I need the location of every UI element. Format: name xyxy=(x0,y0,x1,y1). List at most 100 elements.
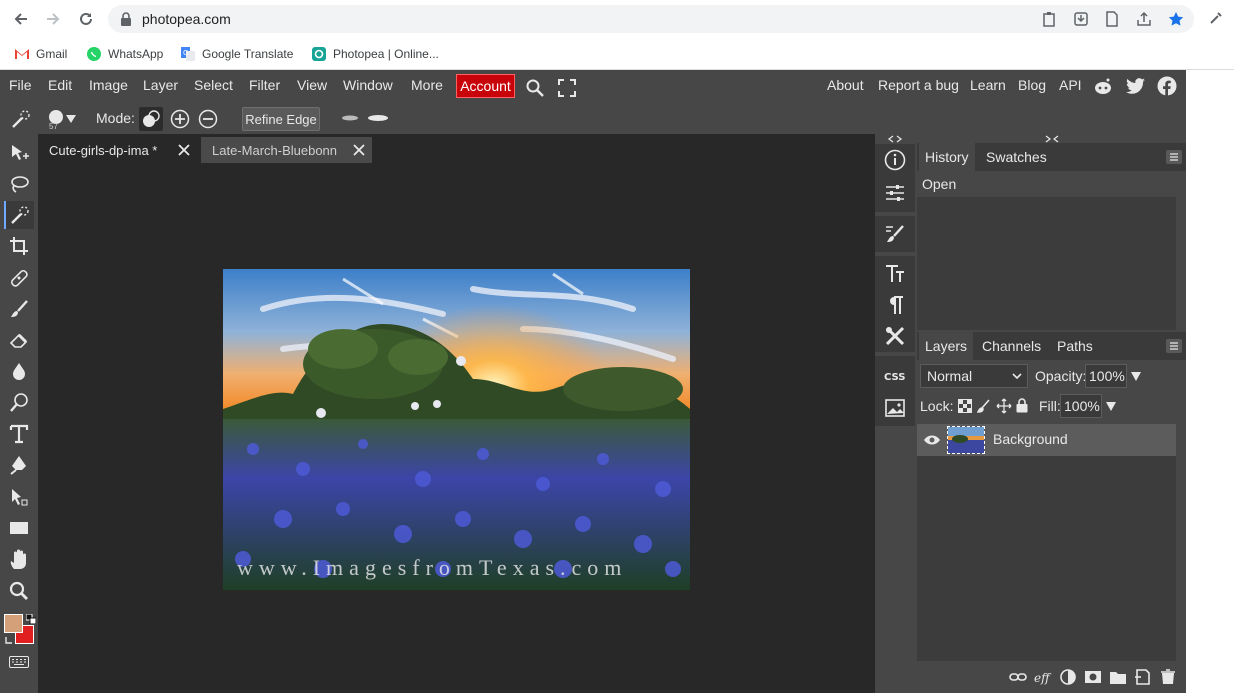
layer-mask-icon[interactable] xyxy=(1084,669,1102,685)
brush-settings-button[interactable] xyxy=(883,222,907,246)
menu-report-bug[interactable]: Report a bug xyxy=(878,77,959,93)
layers-panel-menu[interactable] xyxy=(1166,339,1182,353)
layer-row[interactable]: Background xyxy=(917,424,1176,456)
tab-document-2[interactable]: Late-March-Bluebonn xyxy=(201,137,372,163)
adjustment-layer-icon[interactable] xyxy=(1059,669,1077,685)
css-button[interactable]: CSS xyxy=(883,364,907,388)
delete-layer-icon[interactable] xyxy=(1159,669,1177,685)
menu-blog[interactable]: Blog xyxy=(1018,77,1046,93)
character-button[interactable] xyxy=(883,262,907,286)
menu-about[interactable]: About xyxy=(827,77,864,93)
menu-layer[interactable]: Layer xyxy=(143,77,178,93)
tool-crop[interactable] xyxy=(4,232,34,260)
tool-eraser[interactable] xyxy=(4,326,34,354)
back-button[interactable] xyxy=(10,8,32,30)
bookmark-gmail[interactable]: Gmail xyxy=(14,44,67,64)
close-icon[interactable] xyxy=(352,143,366,157)
swap-colors-icon[interactable] xyxy=(4,635,14,645)
info-button[interactable] xyxy=(883,148,907,172)
close-icon[interactable] xyxy=(177,143,191,157)
account-button[interactable]: Account xyxy=(456,74,515,98)
tool-zoom[interactable] xyxy=(4,577,34,605)
menu-api[interactable]: API xyxy=(1059,77,1082,93)
search-icon[interactable] xyxy=(525,78,545,98)
menu-more[interactable]: More xyxy=(411,77,443,93)
lock-position-icon[interactable] xyxy=(996,398,1012,414)
menu-learn[interactable]: Learn xyxy=(970,77,1006,93)
mode-new-selection[interactable] xyxy=(139,107,163,131)
tool-hand[interactable] xyxy=(4,546,34,574)
eyedropper-extension-icon[interactable] xyxy=(1208,10,1224,26)
quick-selection-tool-icon[interactable] xyxy=(10,108,32,130)
opacity-input[interactable]: 100% xyxy=(1085,364,1127,388)
tool-type[interactable] xyxy=(4,420,34,448)
tool-brush[interactable] xyxy=(4,295,34,323)
lock-all-icon[interactable] xyxy=(1016,398,1028,413)
default-colors-icon[interactable] xyxy=(26,614,36,624)
menu-window[interactable]: Window xyxy=(343,77,393,93)
clipboard-icon[interactable] xyxy=(1041,11,1057,27)
color-swatches[interactable] xyxy=(4,612,38,648)
lock-pixels-icon[interactable] xyxy=(977,399,991,413)
tool-rectangle[interactable] xyxy=(4,514,34,542)
foreground-color-swatch[interactable] xyxy=(4,614,23,633)
tool-presets-button[interactable] xyxy=(883,324,907,348)
opacity-dropdown-icon[interactable] xyxy=(1131,372,1141,381)
tool-move[interactable] xyxy=(4,139,34,167)
fill-dropdown-icon[interactable] xyxy=(1106,402,1116,411)
menu-edit[interactable]: Edit xyxy=(48,77,72,93)
tool-blur[interactable] xyxy=(4,357,34,385)
history-panel-menu[interactable] xyxy=(1166,150,1182,164)
layer-effects-icon[interactable]: eff xyxy=(1034,669,1052,685)
paragraph-button[interactable] xyxy=(883,293,907,317)
menu-select[interactable]: Select xyxy=(194,77,233,93)
fullscreen-icon[interactable] xyxy=(558,79,576,97)
new-group-icon[interactable] xyxy=(1109,669,1127,685)
tab-swatches[interactable]: Swatches xyxy=(986,149,1047,165)
bookmark-photopea[interactable]: Photopea | Online... xyxy=(311,44,439,64)
adjustments-button[interactable] xyxy=(883,181,907,205)
address-bar[interactable]: photopea.com xyxy=(108,5,1194,33)
tab-channels[interactable]: Channels xyxy=(982,338,1041,354)
fill-input[interactable]: 100% xyxy=(1060,394,1102,418)
collapse-panel-icon[interactable] xyxy=(1045,135,1059,143)
forward-button[interactable] xyxy=(42,8,64,30)
tool-pen[interactable] xyxy=(4,451,34,479)
image-button[interactable] xyxy=(883,396,907,420)
tab-document-1[interactable]: Cute-girls-dp-ima * xyxy=(38,137,196,163)
add-selection-icon[interactable] xyxy=(170,109,190,129)
tool-healing[interactable] xyxy=(4,264,34,292)
menu-file[interactable]: File xyxy=(9,77,32,93)
lock-transparency-icon[interactable] xyxy=(958,399,972,413)
history-entry[interactable]: Open xyxy=(917,171,1176,197)
menu-filter[interactable]: Filter xyxy=(249,77,280,93)
tool-quick-selection[interactable] xyxy=(4,201,34,229)
install-icon[interactable] xyxy=(1073,11,1089,27)
reload-button[interactable] xyxy=(75,8,97,30)
menu-image[interactable]: Image xyxy=(89,77,128,93)
tool-dodge[interactable] xyxy=(4,389,34,417)
menu-view[interactable]: View xyxy=(297,77,327,93)
brush-size-picker[interactable]: 57 xyxy=(46,107,78,131)
eye-icon[interactable] xyxy=(923,434,941,446)
share-icon[interactable] xyxy=(1136,11,1152,27)
tool-path-select[interactable] xyxy=(4,483,34,511)
tab-paths[interactable]: Paths xyxy=(1057,338,1093,354)
tool-lasso[interactable] xyxy=(4,170,34,198)
subtract-selection-icon[interactable] xyxy=(198,109,218,129)
refine-edge-button[interactable]: Refine Edge xyxy=(242,107,320,131)
new-layer-icon[interactable] xyxy=(1134,669,1152,685)
document-icon[interactable] xyxy=(1104,11,1120,27)
link-layers-icon[interactable] xyxy=(1009,669,1027,685)
bookmark-google-translate[interactable]: G Google Translate xyxy=(180,44,293,64)
facebook-icon[interactable] xyxy=(1157,76,1177,96)
star-icon[interactable] xyxy=(1168,11,1184,27)
keyboard-icon[interactable] xyxy=(9,656,29,668)
blend-mode-select[interactable]: Normal xyxy=(920,364,1028,388)
twitter-icon[interactable] xyxy=(1126,77,1146,95)
expand-panel-icon[interactable] xyxy=(888,135,902,143)
bookmark-whatsapp[interactable]: WhatsApp xyxy=(86,44,163,64)
canvas-image[interactable]: www.ImagesfromTexas.com xyxy=(223,269,690,590)
tab-layers[interactable]: Layers xyxy=(919,332,974,360)
tab-history[interactable]: History xyxy=(919,143,975,171)
